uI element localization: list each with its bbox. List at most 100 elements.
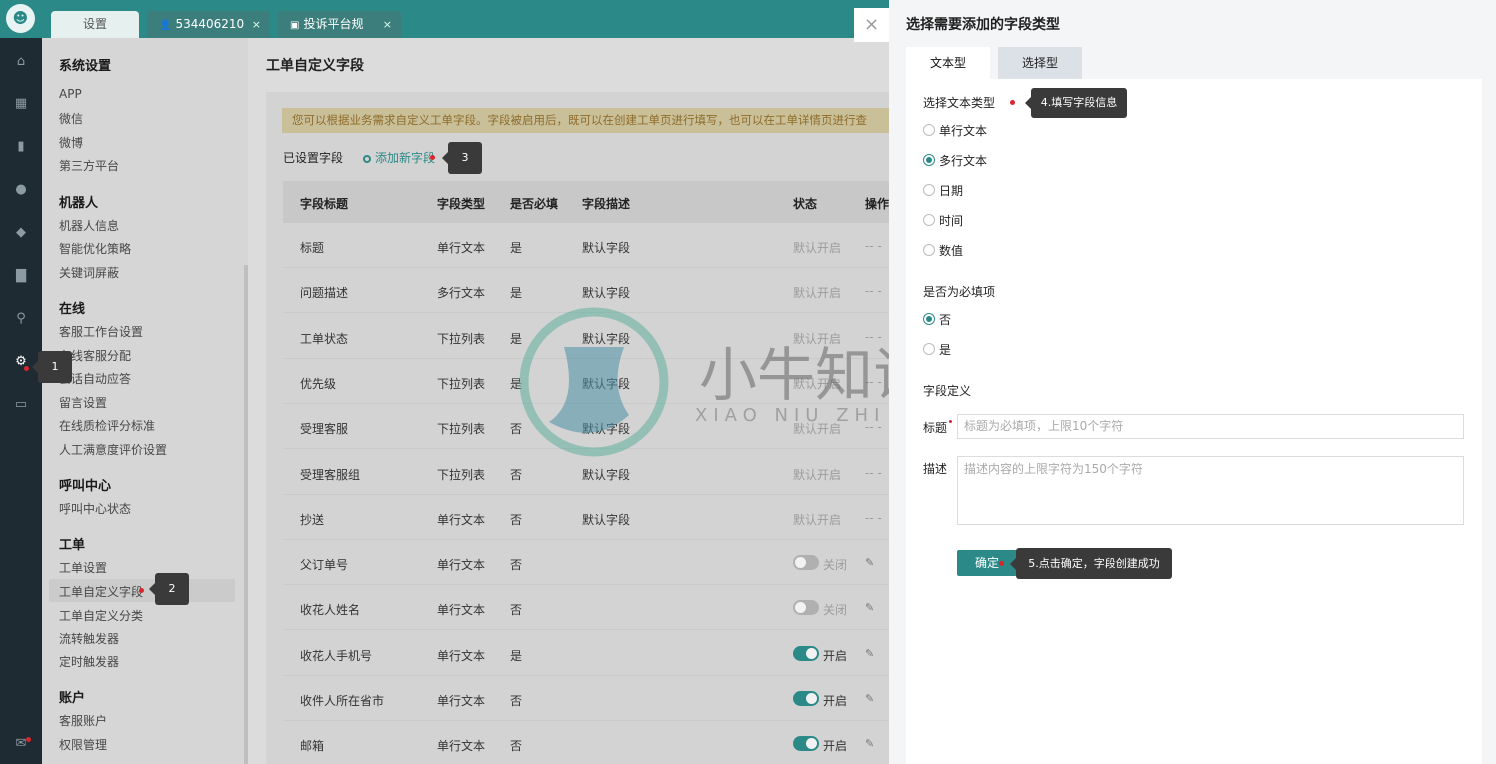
sidebar-item-smart-optimize[interactable]: 智能优化策略	[59, 240, 131, 257]
app-logo: ☻	[6, 4, 35, 33]
plus-circle-icon	[363, 155, 371, 163]
status-cell: 默认开启	[793, 241, 842, 255]
column-header: 操作	[865, 197, 890, 211]
status-toggle[interactable]	[793, 646, 819, 661]
sidebar-item-timer-trigger[interactable]: 定时触发器	[59, 653, 119, 670]
radio-required-no[interactable]	[923, 313, 935, 325]
sidebar-item-agent-accounts[interactable]: 客服账户	[59, 712, 107, 729]
operation-cell: -- -	[865, 239, 882, 253]
edit-icon[interactable]: ✎	[865, 647, 874, 660]
status-toggle[interactable]	[793, 600, 819, 615]
tab-text-type[interactable]: 文本型	[906, 47, 990, 79]
close-icon[interactable]: ×	[252, 11, 261, 38]
notification-dot	[26, 737, 31, 742]
bar-chart-icon[interactable]: ▇	[0, 268, 42, 283]
tab-label: 设置	[82, 17, 107, 31]
status-toggle[interactable]	[793, 691, 819, 706]
home-icon[interactable]: ⌂	[0, 54, 42, 69]
field-type-cell: 下拉列表	[437, 468, 486, 482]
tab-user-534406210[interactable]: 👤 534406210 ×	[147, 11, 270, 38]
sidebar-item-flow-trigger[interactable]: 流转触发器	[59, 630, 119, 647]
watermark-logo-shape	[549, 347, 629, 433]
user-icon: 👤	[159, 20, 172, 31]
chat-icon[interactable]: ✉	[0, 736, 42, 751]
tab-select-type[interactable]: 选择型	[998, 47, 1082, 79]
sidebar-item-keyword-block[interactable]: 关键词屏蔽	[59, 264, 119, 281]
status-cell: 默认开启	[793, 513, 842, 527]
field-title-cell: 优先级	[300, 377, 337, 391]
tab-settings[interactable]: 设置	[51, 11, 139, 38]
edit-icon[interactable]: ✎	[865, 556, 874, 569]
document-icon: ▣	[290, 20, 300, 31]
radio-label: 多行文本	[939, 154, 988, 168]
sidebar-item-wechat[interactable]: 微信	[59, 110, 83, 127]
title-label: 标题	[923, 421, 948, 435]
monitor-icon[interactable]: ▭	[0, 397, 42, 412]
field-type-cell: 单行文本	[437, 739, 486, 753]
status-label: 开启	[823, 649, 848, 663]
field-title-cell: 问题描述	[300, 286, 349, 300]
column-header: 字段描述	[582, 197, 631, 211]
edit-icon[interactable]: ✎	[865, 737, 874, 750]
sidebar-item-permissions[interactable]: 权限管理	[59, 736, 107, 753]
toggle-knob	[795, 602, 806, 613]
status-label: 关闭	[823, 558, 848, 572]
add-field-link[interactable]: 添加新字段	[363, 149, 435, 166]
sidebar-item-callcenter-status[interactable]: 呼叫中心状态	[59, 500, 131, 517]
sidebar-item-ticket-fields[interactable]: 工单自定义字段	[59, 583, 143, 600]
field-title-cell: 父订单号	[300, 558, 349, 572]
field-type-cell: 单行文本	[437, 241, 486, 255]
add-field-label: 添加新字段	[375, 151, 436, 165]
radio-required-yes[interactable]	[923, 343, 935, 355]
status-toggle[interactable]	[793, 736, 819, 751]
description-textarea[interactable]: 描述内容的上限字符为150个字符	[957, 456, 1464, 525]
step-tooltip-5: 5.点击确定，字段创建成功	[1010, 548, 1172, 579]
close-panel-button[interactable]: ×	[854, 8, 889, 42]
radio-multi-line[interactable]	[923, 154, 935, 166]
confirm-button[interactable]: 确定	[957, 550, 1017, 576]
title-input[interactable]: 标题为必填项，上限10个字符	[957, 414, 1464, 439]
status-toggle[interactable]	[793, 555, 819, 570]
sidebar-item-weibo[interactable]: 微博	[59, 134, 83, 151]
sidebar-section-title: 机器人	[59, 196, 99, 211]
radio-label: 是	[939, 343, 952, 357]
required-marker	[949, 420, 952, 423]
sidebar-item-robot-info[interactable]: 机器人信息	[59, 217, 119, 234]
close-icon[interactable]: ×	[383, 11, 392, 38]
edit-icon[interactable]: ✎	[865, 601, 874, 614]
sidebar-item-third-party[interactable]: 第三方平台	[59, 157, 119, 174]
required-cell: 否	[510, 739, 523, 753]
radio-time[interactable]	[923, 214, 935, 226]
column-header: 字段标题	[300, 197, 349, 211]
step-marker-dot	[1010, 100, 1015, 105]
description-cell: 默认字段	[582, 286, 631, 300]
required-cell: 否	[510, 468, 523, 482]
column-header: 字段类型	[437, 197, 486, 211]
grid-icon[interactable]: ▦	[0, 96, 42, 111]
search-icon[interactable]: ⚲	[0, 311, 42, 326]
users-icon[interactable]: ◆	[0, 225, 42, 240]
sidebar-item-workbench[interactable]: 客服工作台设置	[59, 323, 143, 340]
sidebar-item-qa-score[interactable]: 在线质检评分标准	[59, 417, 155, 434]
toggle-knob	[806, 693, 817, 704]
sidebar-item-ticket-categories[interactable]: 工单自定义分类	[59, 607, 143, 624]
user-icon[interactable]: ●	[0, 182, 42, 197]
tab-complaint[interactable]: ▣ 投诉平台规 ×	[278, 11, 401, 38]
edit-icon[interactable]: ✎	[865, 692, 874, 705]
sidebar-item-ticket-settings[interactable]: 工单设置	[59, 559, 107, 576]
operation-cell: -- -	[865, 511, 882, 525]
sidebar-item-app[interactable]: APP	[59, 87, 82, 101]
sidebar-item-message[interactable]: 留言设置	[59, 394, 107, 411]
field-type-cell: 下拉列表	[437, 422, 486, 436]
required-cell: 是	[510, 286, 523, 300]
radio-number[interactable]	[923, 244, 935, 256]
book-icon[interactable]: ▮	[0, 139, 42, 154]
required-cell: 否	[510, 603, 523, 617]
tab-label: 投诉平台规	[303, 17, 364, 31]
sidebar-item-satisfaction[interactable]: 人工满意度评价设置	[59, 441, 167, 458]
radio-single-line[interactable]	[923, 124, 935, 136]
toggle-knob	[806, 738, 817, 749]
page-title: 工单自定义字段	[266, 58, 364, 74]
radio-date[interactable]	[923, 184, 935, 196]
field-title-cell: 工单状态	[300, 332, 349, 346]
